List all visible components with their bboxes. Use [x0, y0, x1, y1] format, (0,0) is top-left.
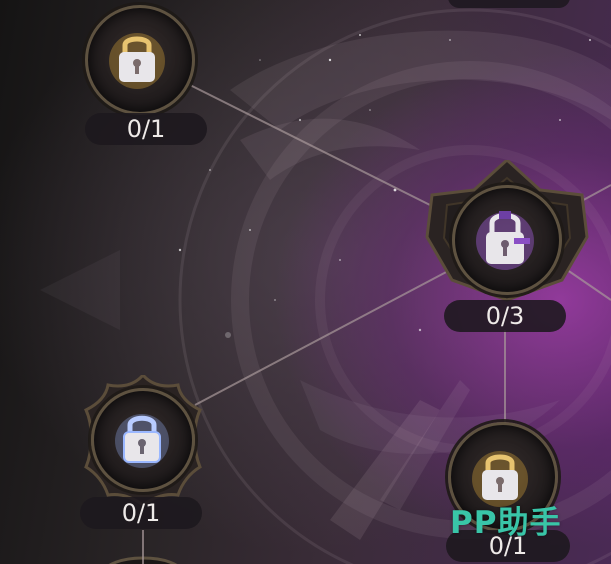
watermark-text: PP助手 — [450, 505, 562, 541]
lock-icon — [115, 414, 169, 468]
node-count: 0/1 — [80, 497, 202, 529]
skill-node-center[interactable]: 0/3 — [422, 160, 592, 340]
lock-icon — [109, 33, 165, 89]
skill-tree-screen: 0/1 0/3 0/1 0/1 PP助手 — [0, 0, 611, 564]
skill-node-top-left[interactable]: 0/1 — [80, 0, 210, 150]
lock-icon — [476, 211, 534, 270]
skill-node-bottom-right[interactable]: 0/1 — [440, 415, 575, 564]
node-count: 0/3 — [444, 300, 566, 332]
node-count: 0/1 — [85, 113, 207, 145]
skill-node-mid-left[interactable]: 0/1 — [78, 375, 208, 533]
